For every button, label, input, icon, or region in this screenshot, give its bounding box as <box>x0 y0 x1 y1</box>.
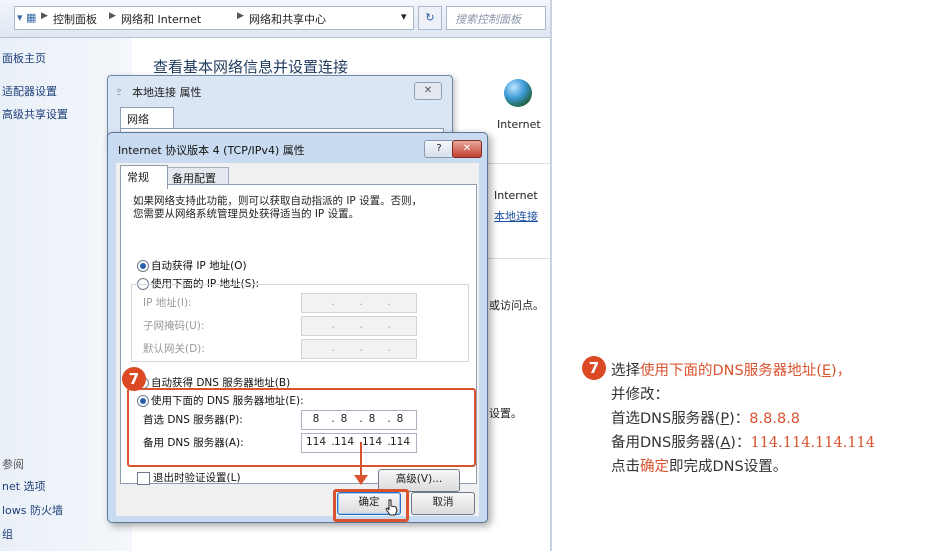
hand-cursor-icon <box>385 499 398 516</box>
instruction-hotkey: E <box>821 363 832 379</box>
step-badge: 7 <box>122 367 146 391</box>
truncated-text: 设置。 <box>489 407 522 420</box>
truncated-text: 或访问点。 <box>489 299 544 312</box>
ip-auto-radio[interactable] <box>137 260 149 272</box>
description-line: 您需要从网络系统管理员处获得适当的 IP 设置。 <box>133 208 360 220</box>
default-gateway-field: ... <box>301 339 417 359</box>
sidebar-item-firewall[interactable]: lows 防火墙 <box>2 502 63 518</box>
instruction-highlight: 确定 <box>640 459 669 475</box>
internet-label: Internet <box>497 118 541 131</box>
sidebar-item-adapter-settings[interactable]: 适配器设置 <box>2 83 57 99</box>
instruction-text: )： <box>729 411 750 427</box>
ipv4-properties-dialog: Internet 协议版本 4 (TCP/IPv4) 属性 ? ✕ 常规 备用配… <box>107 132 488 523</box>
subnet-mask-field: ... <box>301 316 417 336</box>
description-line: 如果网络支持此功能，则可以获取自动指派的 IP 设置。否则， <box>133 195 423 207</box>
instruction-line-5: 点击确定即完成DNS设置。 <box>611 455 787 476</box>
tab-general[interactable]: 常规 <box>120 165 168 189</box>
page-title: 查看基本网络信息并设置连接 <box>153 58 349 76</box>
subnet-mask-label: 子网掩码(U): <box>143 320 205 332</box>
dialog-title: Internet 协议版本 4 (TCP/IPv4) 属性 <box>118 144 305 157</box>
sidebar-item-advanced-sharing[interactable]: 高级共享设置 <box>2 106 68 122</box>
instruction-text: 选择 <box>611 363 640 379</box>
refresh-button[interactable]: ↻ <box>418 6 442 30</box>
close-button[interactable]: ✕ <box>452 140 482 158</box>
instruction-line-3: 首选DNS服务器(P)：8.8.8.8 <box>611 407 800 428</box>
cancel-button[interactable]: 取消 <box>411 492 475 515</box>
dialog-title: 本地连接 属性 <box>132 86 202 99</box>
chevron-right-icon: ▶ <box>41 11 48 21</box>
see-also-heading: 参阅 <box>2 458 24 471</box>
instruction-line-2: 并修改： <box>611 387 669 403</box>
instruction-highlight: )， <box>831 363 852 379</box>
chevron-right-icon: ▶ <box>237 11 244 21</box>
breadcrumb[interactable]: ▾ ▦ ▶ 控制面板 ▶ 网络和 Internet ▶ 网络和共享中心 ▾ <box>14 6 414 30</box>
default-gateway-label: 默认网关(D): <box>143 343 205 355</box>
instruction-text: )： <box>730 435 751 451</box>
chevron-down-icon[interactable]: ▾ <box>401 10 407 23</box>
instruction-text: 点击 <box>611 459 640 475</box>
validate-on-exit-label: 退出时验证设置(L) <box>153 472 241 484</box>
description-text: 如果网络支持此功能，则可以获取自动指派的 IP 设置。否则， 您需要从网络系统管… <box>133 195 422 221</box>
help-button[interactable]: ? <box>424 140 454 158</box>
ip-auto-label: 自动获得 IP 地址(O) <box>151 260 247 272</box>
sidebar-item-internet-options[interactable]: net 选项 <box>2 478 46 494</box>
address-bar: ▾ ▦ ▶ 控制面板 ▶ 网络和 Internet ▶ 网络和共享中心 ▾ ↻ … <box>0 0 552 38</box>
close-button[interactable]: ✕ <box>414 82 442 100</box>
step-badge: 7 <box>582 356 606 380</box>
instruction-hotkey: P <box>720 411 730 427</box>
instruction-highlight: 使用下面的DNS服务器地址( <box>640 363 822 379</box>
ip-address-label: IP 地址(I): <box>143 297 192 309</box>
sidebar-item-home[interactable]: 面板主页 <box>2 50 46 66</box>
instruction-text: 首选DNS服务器( <box>611 411 721 427</box>
instruction-line-1: 选择使用下面的DNS服务器地址(E)， <box>611 359 851 380</box>
sidebar-item-homegroup[interactable]: 组 <box>2 526 13 542</box>
window-edge <box>550 0 552 551</box>
ip-address-field: ... <box>301 293 417 313</box>
control-panel-icon: ▾ ▦ <box>17 11 37 24</box>
instruction-value: 8.8.8.8 <box>749 411 801 427</box>
instruction-hotkey: A <box>720 435 731 451</box>
local-connection-link[interactable]: 本地连接 <box>494 208 538 224</box>
dialog-client-area: 常规 备用配置 如果网络支持此功能，则可以获取自动指派的 IP 设置。否则， 您… <box>116 163 479 522</box>
instruction-value: 114.114.114.114 <box>750 435 876 451</box>
instruction-text: 即完成DNS设置。 <box>669 459 788 475</box>
arrow-down-icon <box>354 475 368 485</box>
breadcrumb-item[interactable]: 网络和共享中心 <box>249 11 326 27</box>
arrow-line <box>360 442 362 476</box>
breadcrumb-item[interactable]: 控制面板 <box>53 11 97 27</box>
refresh-icon: ↻ <box>425 11 435 24</box>
general-tab-panel: 如果网络支持此功能，则可以获取自动指派的 IP 设置。否则， 您需要从网络系统管… <box>120 184 477 492</box>
divider <box>488 163 550 164</box>
instruction-text: 备用DNS服务器( <box>611 435 721 451</box>
chevron-right-icon: ▶ <box>109 11 116 21</box>
validate-on-exit-checkbox[interactable] <box>137 472 150 485</box>
globe-icon <box>504 79 532 107</box>
divider <box>488 258 550 259</box>
access-type-value: Internet <box>494 189 538 202</box>
network-adapter-icon: ⍚ <box>116 83 123 96</box>
breadcrumb-item[interactable]: 网络和 Internet <box>121 11 201 27</box>
dns-highlight-box <box>127 388 476 467</box>
search-input[interactable]: 搜索控制面板 <box>446 6 546 30</box>
instruction-line-4: 备用DNS服务器(A)：114.114.114.114 <box>611 431 875 452</box>
